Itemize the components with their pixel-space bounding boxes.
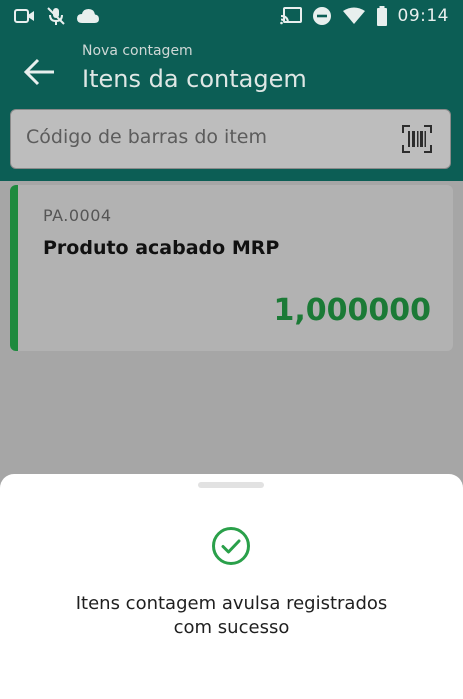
bottom-sheet: Itens contagem avulsa registrados com su… <box>0 474 463 699</box>
item-quantity: 1,000000 <box>273 293 431 328</box>
status-left-icons <box>14 6 100 26</box>
battery-icon <box>376 6 387 26</box>
do-not-disturb-icon <box>312 7 331 25</box>
barcode-scan-button[interactable] <box>402 125 432 153</box>
item-code: PA.0004 <box>43 206 112 225</box>
success-message-line2: com sucesso <box>173 617 290 638</box>
status-time: 09:14 <box>397 6 449 26</box>
cloud-icon <box>77 9 99 23</box>
app-bar: Nova contagem Itens da contagem <box>0 34 463 107</box>
arrow-left-icon <box>23 58 54 86</box>
item-name: Produto acabado MRP <box>43 237 280 259</box>
list-item[interactable]: PA.0004 Produto acabado MRP 1,000000 <box>10 185 453 351</box>
page-title: Itens da contagem <box>82 65 307 93</box>
status-right-icons: 09:14 <box>279 6 450 26</box>
back-button[interactable] <box>22 54 58 90</box>
item-accent-bar <box>10 185 18 351</box>
wifi-icon <box>342 7 365 24</box>
status-bar: 09:14 <box>0 0 463 34</box>
success-message-line1: Itens contagem avulsa registrados <box>75 593 388 614</box>
video-icon <box>14 9 34 23</box>
barcode-search-field[interactable]: Código de barras do item <box>10 109 451 169</box>
sheet-drag-handle[interactable] <box>198 482 264 488</box>
cast-icon <box>279 7 302 25</box>
barcode-search-input[interactable]: Código de barras do item <box>26 126 267 148</box>
app-subtitle: Nova contagem <box>82 43 193 59</box>
barcode-scan-icon <box>402 125 432 153</box>
check-circle-icon <box>212 527 250 565</box>
success-message: Itens contagem avulsa registrados com su… <box>0 592 463 640</box>
mic-off-icon <box>47 7 65 25</box>
